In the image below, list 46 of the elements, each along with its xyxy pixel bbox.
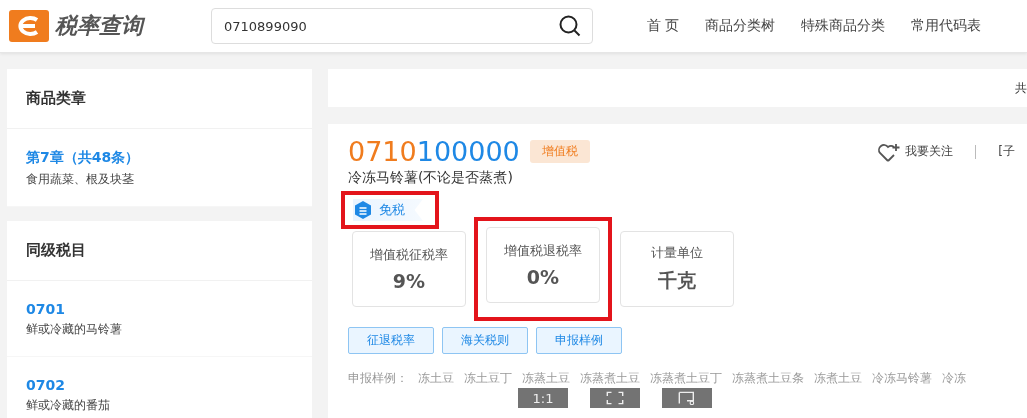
- sample-link[interactable]: 冻蒸煮土豆丁: [650, 370, 722, 387]
- sample-link[interactable]: 冻土豆丁: [464, 370, 512, 387]
- sample-link[interactable]: 冻蒸煮土豆条: [732, 370, 804, 387]
- product-code: 0710100000: [348, 136, 520, 167]
- sidebar-link[interactable]: 第7章（共48条）: [26, 149, 293, 167]
- tax-tag: 增值税: [529, 140, 590, 163]
- actual-size-button[interactable]: 1:1: [518, 388, 568, 408]
- stat-label: 计量单位: [651, 244, 703, 262]
- product-name: 冷冻马铃薯(不论是否蒸煮): [348, 169, 514, 187]
- sidebar-title: 商品类章: [7, 69, 312, 129]
- samples-label: 申报样例：: [348, 370, 408, 387]
- stack-icon: [355, 201, 371, 219]
- nav-link[interactable]: 常用代码表: [911, 17, 982, 35]
- sample-link[interactable]: 冷冻: [942, 370, 966, 387]
- stat-label: 增值税退税率: [504, 242, 582, 260]
- logo-text: 税率查询: [55, 12, 143, 40]
- stat-label: 增值税征税率: [370, 246, 448, 264]
- search-icon[interactable]: [559, 15, 581, 37]
- search-field[interactable]: 0710899090: [211, 8, 593, 44]
- sidebar-link[interactable]: 0701: [26, 301, 293, 317]
- tab-button[interactable]: 海关税则: [442, 327, 528, 354]
- sample-link[interactable]: 冻煮土豆: [814, 370, 862, 387]
- nav-link[interactable]: 商品分类树: [705, 17, 776, 35]
- stat-value: 0%: [526, 266, 560, 288]
- tab-button[interactable]: 申报样例: [536, 327, 622, 354]
- follow-link[interactable]: 我要关注: [877, 140, 954, 163]
- sample-link[interactable]: 冻蒸煮土豆: [580, 370, 640, 387]
- stat-value: 千克: [658, 268, 696, 293]
- sidebar-description: 食用蔬菜、根及块茎: [26, 171, 135, 188]
- screenshot-button[interactable]: [662, 388, 712, 408]
- sidebar-description: 鲜或冷藏的番茄: [26, 397, 111, 414]
- summary-text: 共: [1015, 79, 1027, 97]
- sidebar-title: 同级税目: [7, 221, 312, 281]
- sample-link[interactable]: 冻土豆: [418, 370, 454, 387]
- logo-icon: [9, 10, 49, 42]
- sidebar-description: 鲜或冷藏的马铃薯: [26, 321, 123, 338]
- sample-link[interactable]: 冻蒸土豆: [522, 370, 570, 387]
- sample-link[interactable]: 冷冻马铃薯: [872, 370, 932, 387]
- nav-link[interactable]: 特殊商品分类: [801, 17, 886, 35]
- tab-button[interactable]: 征退税率: [348, 327, 434, 354]
- exempt-text: 免税: [379, 201, 405, 219]
- stat-value: 9%: [392, 270, 426, 292]
- fit-screen-button[interactable]: [590, 388, 640, 408]
- sub-link[interactable]: [子: [998, 143, 1015, 160]
- sidebar-link[interactable]: 0702: [26, 377, 293, 393]
- nav-link[interactable]: 首 页: [647, 17, 680, 35]
